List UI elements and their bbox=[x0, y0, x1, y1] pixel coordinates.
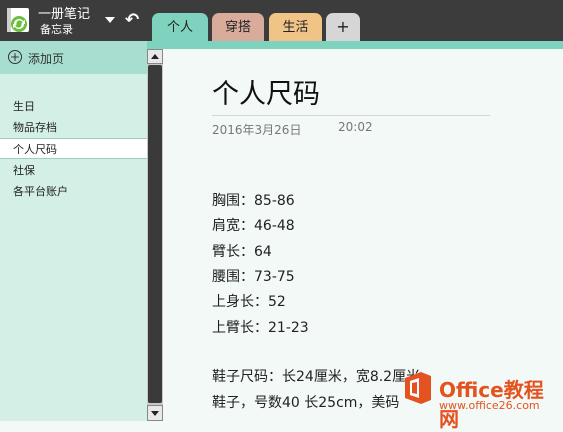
notebook-name[interactable]: 一册笔记 bbox=[38, 3, 90, 22]
scrollbar-thumb[interactable] bbox=[148, 65, 162, 403]
watermark-url: www.office26.com bbox=[439, 399, 540, 412]
page-item-birthday[interactable]: 生日 bbox=[0, 96, 147, 117]
note-line-arm[interactable]: 臂长：64 bbox=[212, 241, 272, 261]
note-line-upper-arm[interactable]: 上臂长：21-23 bbox=[212, 317, 309, 337]
title-divider bbox=[212, 115, 490, 116]
notebook-dropdown-icon[interactable] bbox=[105, 17, 115, 23]
tab-outfit[interactable]: 穿搭 bbox=[212, 13, 264, 41]
page-item-personal-size[interactable]: 个人尺码 bbox=[0, 138, 147, 159]
add-section-button[interactable]: + bbox=[326, 13, 360, 41]
plus-circle-icon: + bbox=[8, 50, 22, 64]
page-item-social-security[interactable]: 社保 bbox=[0, 160, 147, 181]
note-line-shoe-number[interactable]: 鞋子，号数40 长25cm，美码 bbox=[212, 392, 399, 412]
title-bar: 一册笔记 备忘录 ↶ 个人 穿搭 生活 + bbox=[0, 0, 563, 41]
note-line-shoulder[interactable]: 肩宽：46-48 bbox=[212, 215, 295, 235]
note-date: 2016年3月26日 bbox=[212, 123, 302, 137]
tab-personal[interactable]: 个人 bbox=[152, 13, 208, 41]
section-accent-bar bbox=[147, 41, 563, 49]
scroll-up-arrow-icon[interactable] bbox=[147, 49, 163, 64]
page-list: + 添加页 生日 物品存档 个人尺码 社保 各平台账户 bbox=[0, 41, 147, 421]
note-line-shoe-size[interactable]: 鞋子尺码：长24厘米，宽8.2厘米 bbox=[212, 366, 420, 386]
note-line-waist[interactable]: 腰围：73-75 bbox=[212, 266, 295, 286]
page-item-accounts[interactable]: 各平台账户 bbox=[0, 181, 147, 202]
page-list-scrollbar[interactable] bbox=[147, 49, 163, 421]
page-title[interactable]: 个人尺码 bbox=[212, 72, 320, 111]
page-item-archive[interactable]: 物品存档 bbox=[0, 117, 147, 138]
scroll-down-arrow-icon[interactable] bbox=[147, 405, 163, 421]
notebook-sync-icon[interactable] bbox=[6, 7, 32, 35]
watermark: Office教程网 www.office26.com bbox=[403, 367, 563, 431]
tab-life[interactable]: 生活 bbox=[269, 13, 322, 41]
section-name[interactable]: 备忘录 bbox=[40, 21, 73, 37]
note-line-torso[interactable]: 上身长：52 bbox=[212, 291, 286, 311]
undo-icon[interactable]: ↶ bbox=[125, 10, 139, 30]
add-page-label: 添加页 bbox=[28, 52, 65, 66]
note-time: 20:02 bbox=[338, 120, 373, 134]
office-logo-icon bbox=[405, 372, 431, 404]
add-page-button[interactable]: + 添加页 bbox=[0, 41, 147, 74]
note-line-chest[interactable]: 胸围：85-86 bbox=[212, 190, 295, 210]
